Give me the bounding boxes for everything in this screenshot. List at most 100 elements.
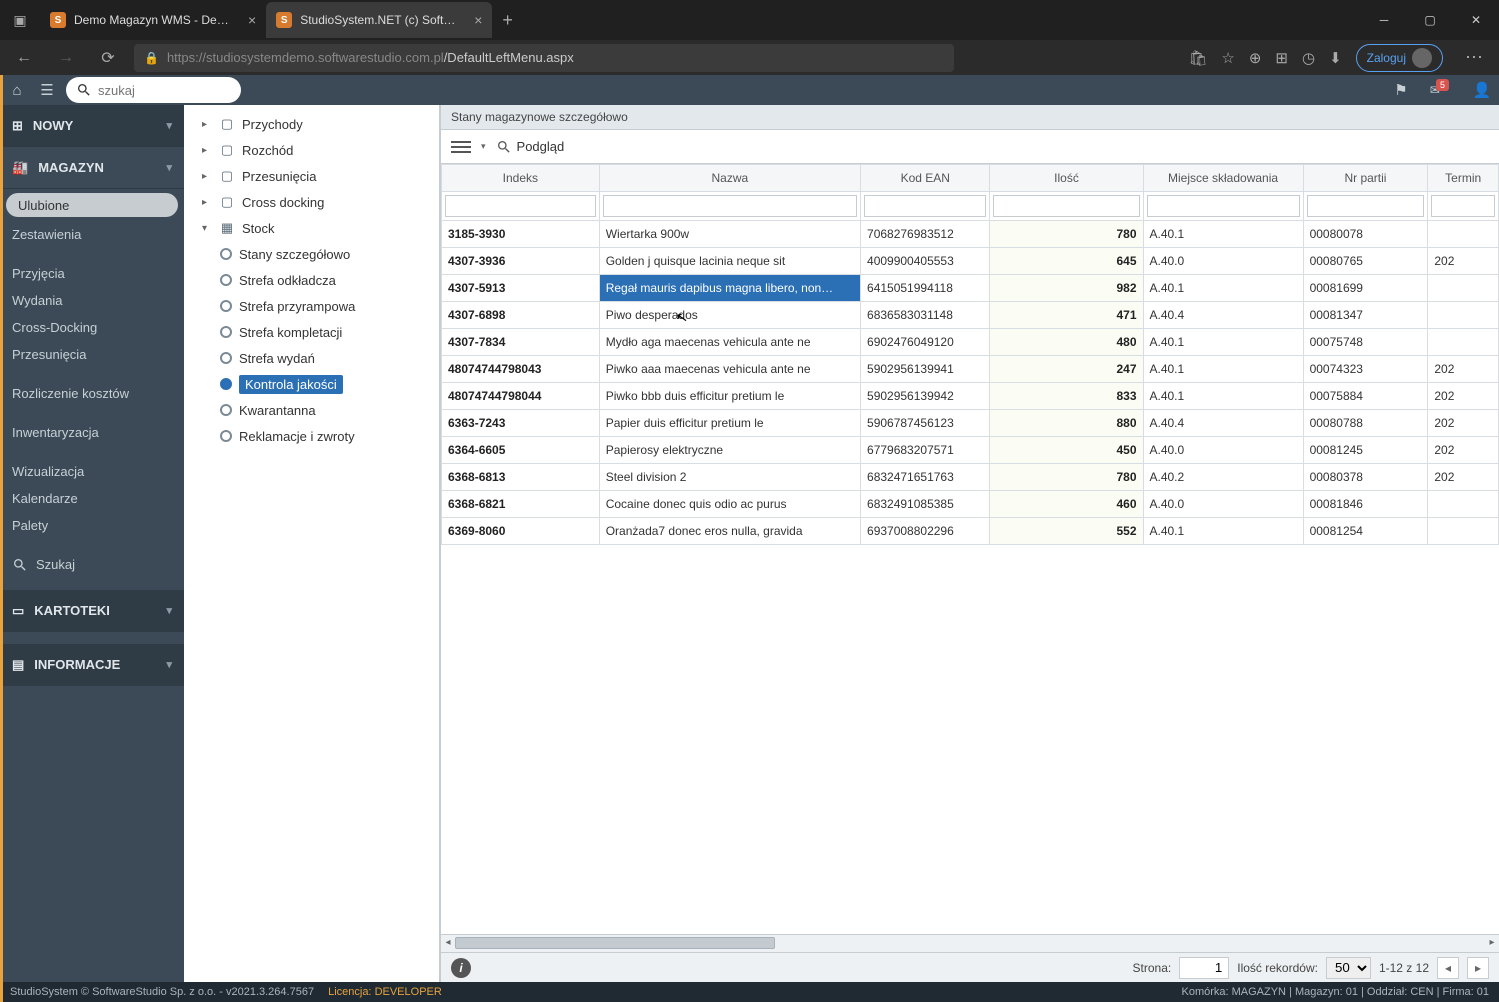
table-row[interactable]: 6364-6605Papierosy elektryczne6779683207… (442, 437, 1499, 464)
sidebar-section-kartoteki[interactable]: ▭ KARTOTEKI ▾ (0, 590, 184, 632)
user-icon[interactable]: 👤 (1471, 81, 1493, 99)
address-bar[interactable]: 🔒 https://studiosystemdemo.softwarestudi… (134, 44, 954, 72)
filter-input[interactable] (603, 195, 857, 217)
tree-stock[interactable]: ▾▦Stock (184, 215, 439, 241)
global-search[interactable] (66, 77, 241, 103)
col-header[interactable]: Nr partii (1303, 165, 1428, 192)
sidebar-section-magazyn[interactable]: 🏭 MAGAZYN ▾ (0, 147, 184, 189)
shopping-icon[interactable]: 🛍 (1188, 49, 1207, 67)
extensions-icon[interactable]: ⊞ (1275, 49, 1288, 67)
filter-input[interactable] (864, 195, 986, 217)
sidebar-item-rozliczenie[interactable]: Rozliczenie kosztów (0, 380, 184, 407)
prev-page-button[interactable]: ◂ (1437, 957, 1459, 979)
browser-tab-2[interactable]: S StudioSystem.NET (c) SoftwareSt… × (266, 2, 492, 38)
col-header[interactable]: Nazwa (599, 165, 860, 192)
performance-icon[interactable]: ◷ (1302, 49, 1315, 67)
close-tab-icon[interactable]: × (248, 12, 256, 28)
tree-stock-item[interactable]: Kwarantanna (184, 397, 439, 423)
more-icon[interactable]: ⋯ (1457, 47, 1491, 68)
filter-input[interactable] (1147, 195, 1300, 217)
collections-icon[interactable]: ⊕ (1249, 49, 1262, 67)
tree-stock-item[interactable]: Strefa wydań (184, 345, 439, 371)
expand-icon[interactable]: ▸ (202, 171, 212, 182)
tree-stock-item[interactable]: Reklamacje i zwroty (184, 423, 439, 449)
sidebar-item-wizualizacja[interactable]: Wizualizacja (0, 458, 184, 485)
preview-button[interactable]: Podgląd (496, 139, 565, 155)
next-page-button[interactable]: ▸ (1467, 957, 1489, 979)
home-icon[interactable]: ⌂ (6, 82, 28, 99)
expand-icon[interactable]: ▸ (202, 119, 212, 130)
close-window-button[interactable]: ✕ (1453, 0, 1499, 40)
collapse-icon[interactable]: ▾ (202, 223, 212, 234)
tree-stock-item[interactable]: Strefa przyrampowa (184, 293, 439, 319)
new-tab-button[interactable]: + (492, 10, 523, 31)
col-header[interactable]: Miejsce składowania (1143, 165, 1303, 192)
table-row[interactable]: 4307-3936Golden j quisque lacinia neque … (442, 248, 1499, 275)
menu-toggle-icon[interactable]: ☰ (36, 81, 58, 99)
sidebar-item-inwentaryzacja[interactable]: Inwentaryzacja (0, 419, 184, 446)
scroll-left-icon[interactable]: ◂ (441, 936, 455, 950)
sidebar-item-przesuniecia[interactable]: Przesunięcia (0, 341, 184, 368)
sidebar-item-przyjecia[interactable]: Przyjęcia (0, 260, 184, 287)
table-row[interactable]: 48074744798044Piwko bbb duis efficitur p… (442, 383, 1499, 410)
sidebar-section-nowy[interactable]: ⊞ NOWY ▾ (0, 105, 184, 147)
filter-input[interactable] (993, 195, 1139, 217)
col-header[interactable]: Termin (1428, 165, 1499, 192)
close-tab-icon[interactable]: × (474, 12, 482, 28)
table-row[interactable]: 6368-6821Cocaine donec quis odio ac puru… (442, 491, 1499, 518)
minimize-button[interactable]: ─ (1361, 0, 1407, 40)
favorite-icon[interactable]: ☆ (1221, 49, 1234, 67)
scroll-right-icon[interactable]: ▸ (1485, 936, 1499, 950)
sidebar-item-palety[interactable]: Palety (0, 512, 184, 539)
filter-input[interactable] (1431, 195, 1495, 217)
tree-stock-item[interactable]: Stany szczegółowo (184, 241, 439, 267)
tree-przesuniecia[interactable]: ▸▢Przesunięcia (184, 163, 439, 189)
page-input[interactable] (1179, 957, 1229, 979)
sidebar-item-szukaj[interactable]: Szukaj (0, 551, 184, 578)
browser-tab-1[interactable]: S Demo Magazyn WMS - Demo o… × (40, 2, 266, 38)
maximize-button[interactable]: ▢ (1407, 0, 1453, 40)
tab-overview-icon[interactable]: ▣ (0, 12, 40, 29)
table-row[interactable]: 4307-6898Piwo desperados6836583031148471… (442, 302, 1499, 329)
dropdown-icon[interactable]: ▾ (481, 141, 486, 152)
col-header[interactable]: Ilość (990, 165, 1143, 192)
login-button[interactable]: Zaloguj (1356, 44, 1443, 72)
mail-icon[interactable]: ✉5 (1430, 83, 1453, 97)
hamburger-icon[interactable] (451, 141, 471, 153)
tree-stock-item[interactable]: Strefa odkładcza (184, 267, 439, 293)
downloads-icon[interactable]: ⬇ (1329, 49, 1342, 67)
info-icon[interactable]: i (451, 958, 471, 978)
table-row[interactable]: 48074744798043Piwko aaa maecenas vehicul… (442, 356, 1499, 383)
flag-icon[interactable]: ⚑ (1390, 81, 1412, 99)
table-row[interactable]: 3185-3930Wiertarka 900w7068276983512780A… (442, 221, 1499, 248)
table-row[interactable]: 6368-6813Steel division 2683247165176378… (442, 464, 1499, 491)
tree-stock-item[interactable]: Strefa kompletacji (184, 319, 439, 345)
tree-crossdocking[interactable]: ▸▢Cross docking (184, 189, 439, 215)
tree-stock-kontrola[interactable]: Kontrola jakości (184, 371, 439, 397)
expand-icon[interactable]: ▸ (202, 145, 212, 156)
tree-rozchod[interactable]: ▸▢Rozchód (184, 137, 439, 163)
table-row[interactable]: 6369-8060Oranżada7 donec eros nulla, gra… (442, 518, 1499, 545)
cell-termin (1428, 329, 1499, 356)
records-select[interactable]: 50 (1326, 957, 1371, 979)
table-row[interactable]: 6363-7243Papier duis efficitur pretium l… (442, 410, 1499, 437)
sidebar-item-kalendarze[interactable]: Kalendarze (0, 485, 184, 512)
horizontal-scrollbar[interactable]: ◂ ▸ (441, 934, 1499, 952)
refresh-button[interactable]: ⟳ (92, 48, 124, 68)
filter-input[interactable] (1307, 195, 1425, 217)
sidebar-section-informacje[interactable]: ▤ INFORMACJE ▾ (0, 644, 184, 686)
sidebar-item-wydania[interactable]: Wydania (0, 287, 184, 314)
table-row[interactable]: 4307-5913Regał mauris dapibus magna libe… (442, 275, 1499, 302)
back-button[interactable]: ← (8, 49, 40, 67)
filter-input[interactable] (445, 195, 596, 217)
search-input[interactable] (98, 83, 218, 98)
scroll-thumb[interactable] (455, 937, 775, 949)
table-row[interactable]: 4307-7834Mydło aga maecenas vehicula ant… (442, 329, 1499, 356)
col-header[interactable]: Indeks (442, 165, 600, 192)
sidebar-item-zestawienia[interactable]: Zestawienia (0, 221, 184, 248)
col-header[interactable]: Kod EAN (861, 165, 990, 192)
tree-przychody[interactable]: ▸▢Przychody (184, 111, 439, 137)
sidebar-item-crossdocking[interactable]: Cross-Docking (0, 314, 184, 341)
sidebar-item-ulubione[interactable]: Ulubione (6, 193, 178, 217)
expand-icon[interactable]: ▸ (202, 197, 212, 208)
